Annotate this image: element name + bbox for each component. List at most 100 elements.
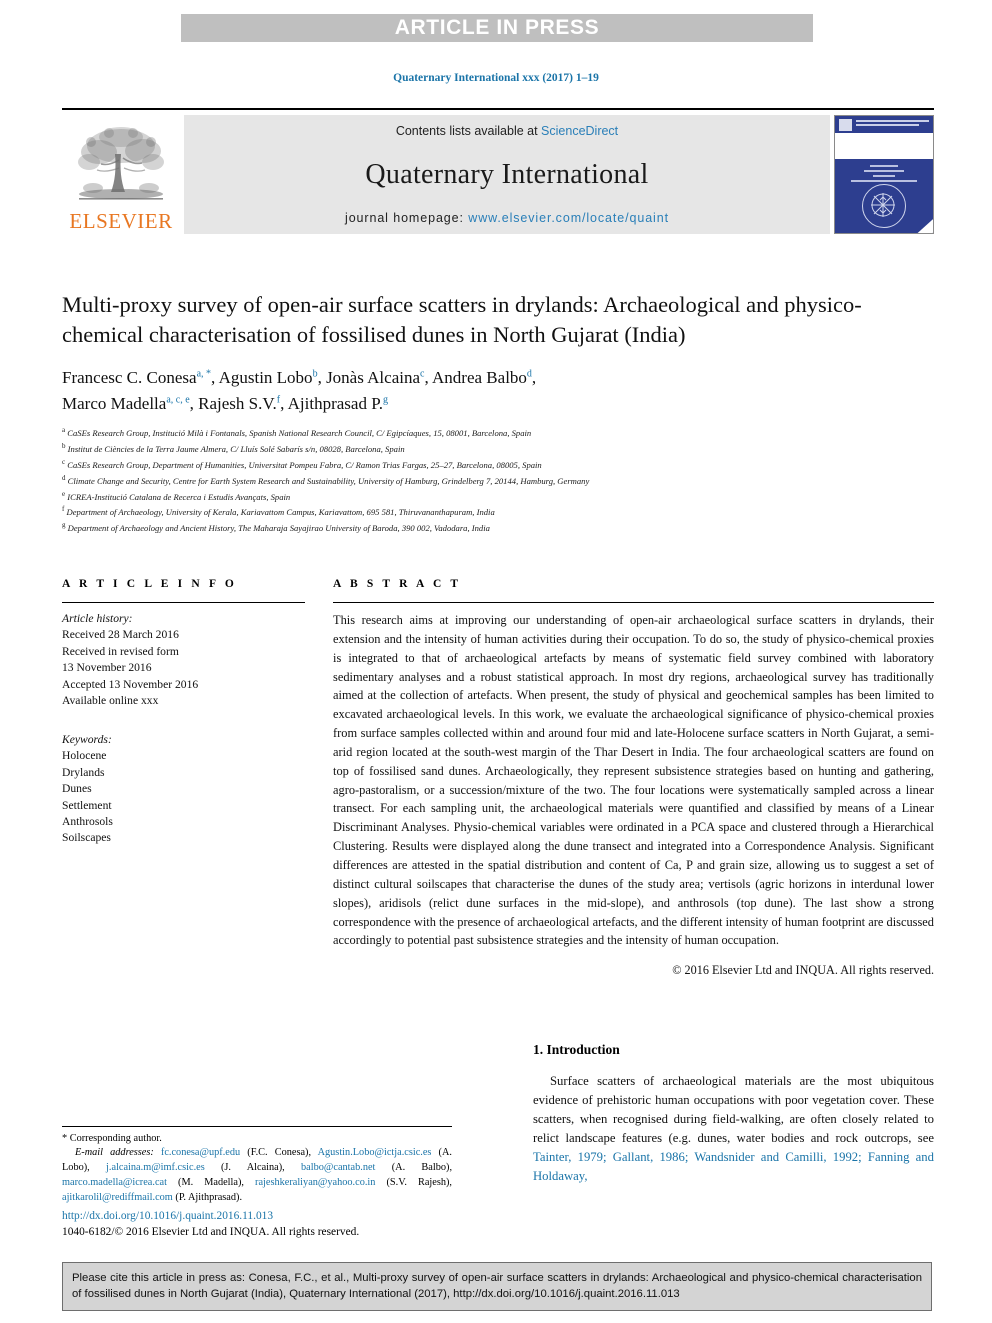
email-owner: (P. Ajithprasad) xyxy=(175,1192,240,1204)
affiliation-text: Department of Archaeology, University of… xyxy=(66,507,495,518)
affiliation-mark: f xyxy=(62,505,65,514)
article-info-divider xyxy=(62,602,305,603)
affiliation-text: Institut de Ciències de la Terra Jaume A… xyxy=(67,444,405,455)
email-link[interactable]: Agustin.Lobo@ictja.csic.es xyxy=(318,1147,432,1158)
affiliation-list: a CaSEs Research Group, Institució Milà … xyxy=(62,425,934,535)
keywords-block: Keywords: Holocene Drylands Dunes Settle… xyxy=(62,732,305,847)
keyword-item: Settlement xyxy=(62,798,112,812)
affiliation-item: g Department of Archaeology and Ancient … xyxy=(62,520,934,536)
abstract-copyright: © 2016 Elsevier Ltd and INQUA. All right… xyxy=(672,963,934,978)
author-affiliation-marks: d xyxy=(526,368,532,380)
journal-cover-thumbnail xyxy=(834,115,934,234)
journal-reference-line: Quaternary International xxx (2017) 1–19 xyxy=(393,72,599,84)
article-in-press-label: ARTICLE IN PRESS xyxy=(394,16,600,39)
affiliation-text: CaSEs Research Group, Department of Huma… xyxy=(67,459,542,470)
author-name: Agustin Lobo xyxy=(218,368,313,388)
keyword-item: Dunes xyxy=(62,782,92,796)
email-link[interactable]: j.alcaina.m@imf.csic.es xyxy=(106,1162,205,1173)
affiliation-text: Climate Change and Security, Centre for … xyxy=(67,475,590,486)
abstract-divider xyxy=(333,602,934,603)
article-history-label: Article history: xyxy=(62,612,133,625)
introduction-text: Surface scatters of archaeological mater… xyxy=(533,1074,934,1146)
abstract-heading: A B S T R A C T xyxy=(333,578,462,590)
please-cite-text: Please cite this article in press as: Co… xyxy=(72,1272,922,1301)
email-addresses-label: E-mail addresses: xyxy=(75,1147,154,1158)
author-name: Marco Madella xyxy=(62,393,167,413)
affiliation-mark: b xyxy=(62,442,66,451)
please-cite-box: Please cite this article in press as: Co… xyxy=(62,1262,932,1312)
elsevier-logo: ELSEVIER xyxy=(62,115,180,234)
email-link[interactable]: marco.madella@icrea.cat xyxy=(62,1177,167,1188)
affiliation-item: a CaSEs Research Group, Institució Milà … xyxy=(62,425,934,441)
email-link[interactable]: balbo@cantab.net xyxy=(301,1162,375,1173)
email-addresses-list: E-mail addresses: fc.conesa@upf.edu (F.C… xyxy=(62,1147,453,1204)
history-item: 13 November 2016 xyxy=(62,661,152,675)
affiliation-text: ICREA-Institució Catalana de Recerca i E… xyxy=(67,491,291,502)
affiliation-mark: d xyxy=(62,473,66,482)
keyword-item: Drylands xyxy=(62,765,105,779)
elsevier-wordmark: ELSEVIER xyxy=(69,209,173,233)
abstract-text: This research aims at improving our unde… xyxy=(333,613,934,948)
cover-diagonal-stripe xyxy=(903,214,933,233)
author-affiliation-marks: g xyxy=(383,394,389,406)
elsevier-tree-icon xyxy=(78,127,164,200)
introduction-heading: 1. Introduction xyxy=(533,1042,620,1057)
page-title: Multi-proxy survey of open-air surface s… xyxy=(62,292,862,347)
contents-available-line: Contents lists available at ScienceDirec… xyxy=(396,124,618,138)
cover-title-lines xyxy=(856,120,929,128)
author-affiliation-marks: a, * xyxy=(196,368,212,380)
author-affiliation-marks: a, c, e xyxy=(166,394,190,406)
cover-emblem-icon xyxy=(862,184,906,228)
affiliation-mark: e xyxy=(62,489,66,498)
journal-homepage-link[interactable]: www.elsevier.com/locate/quaint xyxy=(468,211,669,225)
journal-masthead: ELSEVIER Contents lists available at Sci… xyxy=(62,108,934,234)
email-owner: (F.C. Conesa) xyxy=(247,1147,309,1158)
keyword-item: Holocene xyxy=(62,749,107,763)
keyword-item: Soilscapes xyxy=(62,831,111,845)
doi-and-issn-block: http://dx.doi.org/10.1016/j.quaint.2016.… xyxy=(62,1208,482,1240)
affiliation-item: c CaSEs Research Group, Department of Hu… xyxy=(62,457,934,473)
email-owner: (S.V. Rajesh) xyxy=(386,1177,450,1189)
introduction-paragraph: Surface scatters of archaeological mater… xyxy=(533,1072,934,1186)
corresponding-author-footnote: * Corresponding author. E-mail addresses… xyxy=(62,1126,452,1205)
journal-title: Quaternary International xyxy=(365,158,649,190)
affiliation-item: e ICREA-Institució Catalana de Recerca i… xyxy=(62,489,934,505)
email-owner: (A. Balbo) xyxy=(391,1162,450,1174)
author-name: Rajesh S.V. xyxy=(198,393,277,413)
history-item: Accepted 13 November 2016 xyxy=(62,677,199,691)
article-in-press-banner: ARTICLE IN PRESS xyxy=(181,14,813,42)
affiliation-text: Department of Archaeology and Ancient Hi… xyxy=(67,522,490,533)
keyword-item: Anthrosols xyxy=(62,814,113,828)
affiliation-item: d Climate Change and Security, Centre fo… xyxy=(62,473,934,489)
author-name: Jonàs Alcaina xyxy=(326,368,421,388)
abstract-column: A B S T R A C T This research aims at im… xyxy=(333,578,934,978)
history-item: Available online xxx xyxy=(62,694,159,708)
cover-white-band xyxy=(835,133,933,159)
affiliation-item: f Department of Archaeology, University … xyxy=(62,504,934,520)
contents-prefix: Contents lists available at xyxy=(395,124,542,138)
email-link[interactable]: fc.conesa@upf.edu xyxy=(161,1147,240,1158)
corresponding-author-note: * Corresponding author. xyxy=(62,1133,162,1144)
affiliation-mark: g xyxy=(62,521,66,530)
article-history: Article history: Received 28 March 2016 … xyxy=(62,611,305,710)
sciencedirect-link[interactable]: ScienceDirect xyxy=(541,124,618,138)
affiliation-text: CaSEs Research Group, Institució Milà i … xyxy=(67,428,532,439)
introduction-citations[interactable]: Tainter, 1979; Gallant, 1986; Wandsnider… xyxy=(533,1150,934,1183)
author-list: Francesc C. Conesaa, *, Agustin Lobob, J… xyxy=(62,368,537,413)
author-affiliation-marks: c xyxy=(420,368,425,380)
homepage-prefix: journal homepage: xyxy=(345,211,469,225)
cover-publisher-mark-icon xyxy=(839,119,852,131)
doi-link[interactable]: http://dx.doi.org/10.1016/j.quaint.2016.… xyxy=(62,1208,482,1224)
email-link[interactable]: rajeshkeraliyan@yahoo.co.in xyxy=(255,1177,375,1188)
info-abstract-columns: A R T I C L E I N F O Article history: R… xyxy=(62,578,934,978)
history-item: Received 28 March 2016 xyxy=(62,628,179,642)
article-info-heading: A R T I C L E I N F O xyxy=(62,578,237,590)
title-and-authors: Multi-proxy survey of open-air surface s… xyxy=(62,290,934,536)
email-link[interactable]: ajitkarolil@rediffmail.com xyxy=(62,1192,173,1203)
email-owner: (J. Alcaina) xyxy=(221,1162,283,1174)
affiliation-item: b Institut de Ciències de la Terra Jaume… xyxy=(62,441,934,457)
author-name: Andrea Balbo xyxy=(432,368,527,388)
author-name: Ajithprasad P. xyxy=(287,393,384,413)
article-info-column: A R T I C L E I N F O Article history: R… xyxy=(62,578,305,978)
email-owner: (M. Madella) xyxy=(178,1177,242,1189)
